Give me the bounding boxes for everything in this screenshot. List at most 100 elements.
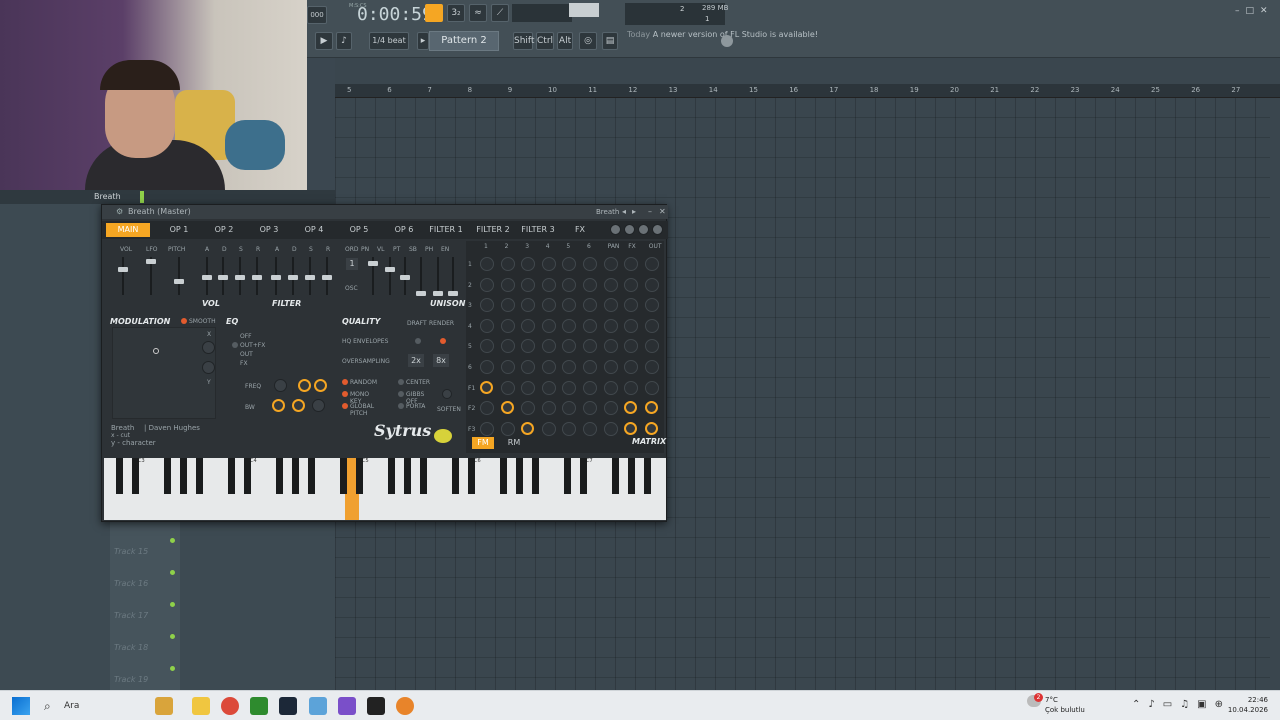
eq-bw-knob-2[interactable]: [292, 399, 305, 412]
tab-fx[interactable]: FX: [570, 223, 590, 237]
matrix-cell[interactable]: [624, 339, 639, 354]
option-led[interactable]: [342, 403, 348, 409]
matrix-cell[interactable]: [562, 360, 577, 374]
tray-icons[interactable]: ⌃♪▭♫▣⊕: [1132, 699, 1231, 710]
eq-bw-knob-1[interactable]: [272, 399, 285, 412]
matrix-cell[interactable]: [500, 318, 515, 333]
black-key[interactable]: [196, 458, 203, 494]
shift-key[interactable]: Shift: [513, 32, 534, 50]
piano-keyboard[interactable]: C3 C4 C5 C6 C7: [104, 458, 666, 520]
black-key[interactable]: [244, 458, 251, 494]
fader[interactable]: [252, 257, 262, 295]
mod-x-knob[interactable]: [202, 341, 215, 354]
matrix-knob-active[interactable]: [644, 401, 658, 415]
fader-handle[interactable]: [252, 275, 262, 280]
oversampling-render[interactable]: 8x: [433, 354, 449, 367]
hq-render-led[interactable]: [440, 338, 446, 344]
fader[interactable]: [400, 257, 410, 295]
tab-filter1[interactable]: FILTER 1: [427, 223, 465, 237]
black-key[interactable]: [612, 458, 619, 494]
oversampling-draft[interactable]: 2x: [408, 354, 424, 367]
black-key[interactable]: [388, 458, 395, 494]
fader[interactable]: [448, 257, 458, 296]
taskbar-crown-icon[interactable]: [155, 697, 173, 715]
matrix-cell[interactable]: [541, 401, 556, 416]
tab-op4[interactable]: OP 4: [297, 223, 331, 237]
matrix-cell[interactable]: [603, 360, 618, 374]
tab-op6[interactable]: OP 6: [387, 223, 421, 237]
matrix-cell[interactable]: [583, 339, 597, 354]
discord-icon[interactable]: [338, 697, 356, 715]
fader-handle[interactable]: [118, 267, 128, 272]
matrix-cell[interactable]: [480, 421, 494, 436]
metronome-icon[interactable]: 3₂: [447, 4, 465, 22]
track-label[interactable]: Track 16: [114, 579, 148, 588]
matrix-cell[interactable]: [500, 421, 515, 436]
weather-widget[interactable]: 7°C Çok bulutlu: [1045, 695, 1085, 715]
eq-option-led[interactable]: [232, 342, 238, 348]
matrix-cell[interactable]: [480, 257, 494, 271]
option-led[interactable]: [342, 391, 348, 397]
matrix-cell[interactable]: [541, 257, 556, 271]
matrix-cell[interactable]: [521, 257, 536, 271]
osc-order[interactable]: 1: [346, 258, 358, 270]
fader[interactable]: [368, 257, 378, 295]
matrix-cell[interactable]: [541, 360, 556, 374]
settings-app-icon[interactable]: [309, 697, 327, 715]
matrix-knob-active[interactable]: [500, 401, 514, 415]
next-preset-icon[interactable]: ▸: [632, 205, 636, 219]
fader-handle[interactable]: [271, 275, 281, 280]
rm-button[interactable]: RM: [503, 437, 525, 449]
file-explorer-icon[interactable]: [192, 697, 210, 715]
matrix-cell[interactable]: [521, 360, 536, 374]
black-key[interactable]: [116, 458, 123, 494]
window-controls[interactable]: –□✕: [1235, 6, 1274, 16]
fader-handle[interactable]: [400, 275, 410, 280]
matrix-cell[interactable]: [500, 298, 515, 313]
option-led[interactable]: [398, 379, 404, 385]
matrix-cell[interactable]: [624, 318, 639, 333]
fm-button[interactable]: FM: [472, 437, 494, 449]
matrix-cell[interactable]: [644, 298, 659, 313]
pattern-selector[interactable]: Pattern 2: [429, 31, 499, 51]
globe-icon[interactable]: [721, 35, 733, 47]
matrix-cell[interactable]: [644, 339, 659, 354]
capcut-icon[interactable]: [367, 697, 385, 715]
matrix-cell[interactable]: [500, 360, 515, 374]
matrix-cell[interactable]: [583, 380, 597, 395]
matrix-cell[interactable]: [603, 401, 618, 416]
fader-handle[interactable]: [448, 291, 458, 296]
black-key[interactable]: [292, 458, 299, 494]
black-key[interactable]: [564, 458, 571, 494]
black-key[interactable]: [228, 458, 235, 494]
matrix-cell[interactable]: [583, 298, 597, 313]
matrix-cell[interactable]: [541, 339, 556, 354]
taskbar-clock[interactable]: 22:46 10.04.2026: [1222, 695, 1268, 715]
fader-handle[interactable]: [288, 275, 298, 280]
track-label[interactable]: Track 18: [114, 643, 148, 652]
snap-select[interactable]: 1/4 beat: [369, 32, 409, 50]
alt-key[interactable]: Alt: [557, 32, 573, 50]
fader[interactable]: [202, 257, 212, 295]
song-time[interactable]: 0:00:59: [357, 4, 433, 25]
matrix-cell[interactable]: [562, 277, 577, 292]
matrix-cell[interactable]: [541, 380, 556, 395]
fader-handle[interactable]: [322, 275, 332, 280]
xbox-icon[interactable]: [250, 697, 268, 715]
matrix-cell[interactable]: [480, 401, 494, 416]
matrix-cell[interactable]: [480, 360, 494, 374]
xy-modulation-pad[interactable]: [112, 327, 216, 419]
matrix-cell[interactable]: [480, 339, 494, 354]
option-led[interactable]: [398, 403, 404, 409]
fader-handle[interactable]: [385, 267, 395, 272]
mic-icon[interactable]: ♪: [336, 32, 352, 50]
tab-op1[interactable]: OP 1: [162, 223, 196, 237]
fader[interactable]: [433, 257, 443, 296]
eq-option[interactable]: OUT+FX: [240, 342, 265, 349]
matrix-cell[interactable]: [603, 318, 618, 333]
black-key[interactable]: [468, 458, 475, 494]
matrix-cell[interactable]: [541, 277, 556, 292]
option-led[interactable]: [342, 379, 348, 385]
matrix-cell[interactable]: [624, 380, 639, 395]
eq-option[interactable]: OUT: [240, 351, 253, 358]
